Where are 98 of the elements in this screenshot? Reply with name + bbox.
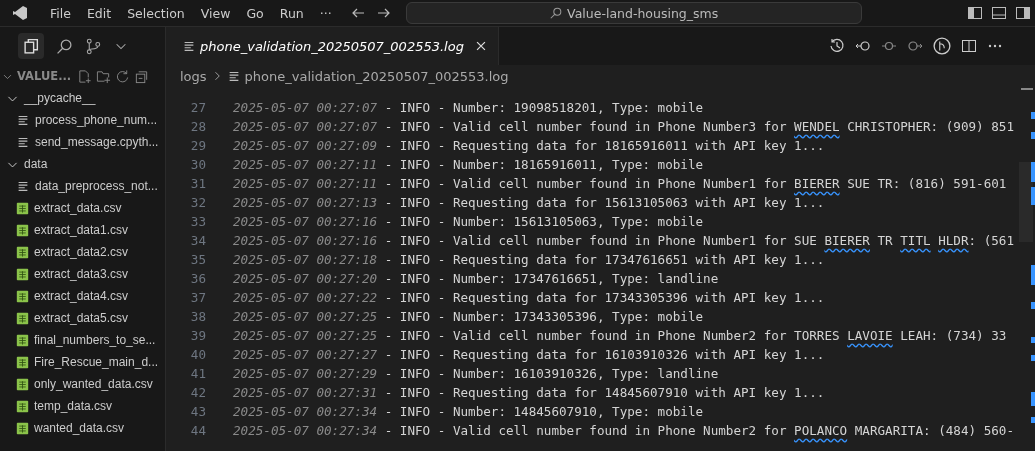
line-number: 39: [189, 328, 206, 343]
breadcrumb-item[interactable]: phone_validation_20250507_002553.log: [244, 68, 509, 84]
log-line: 2025-05-07 00:27:13 - INFO - Requesting data for 15613105063 with API key 1...: [233, 195, 825, 210]
line-number: 40: [189, 347, 206, 362]
tree-item[interactable]: wanted_data.csv: [0, 417, 165, 439]
tree-item[interactable]: process_phone_num...: [0, 109, 165, 131]
tree-item[interactable]: extract_data.csv: [0, 197, 165, 219]
log-line: 2025-05-07 00:27:11 - INFO - Number: 18165916011, Type: mobile: [233, 157, 704, 172]
table-file-icon: [16, 267, 29, 281]
table-file-icon: [16, 355, 29, 369]
source-control-icon[interactable]: [85, 37, 102, 55]
panel-toggle-icon[interactable]: [991, 5, 1007, 21]
tree-item[interactable]: __pycache__: [0, 87, 165, 109]
log-line: 2025-05-07 00:27:22 - INFO - Requesting data for 17343305396 with API key 1...: [233, 290, 825, 305]
menu-item[interactable]: Run: [271, 5, 312, 21]
line-number: 30: [189, 157, 206, 172]
line-number: 37: [189, 290, 206, 305]
log-line: 2025-05-07 00:27:34 - INFO - Number: 14845607910, Type: mobile: [233, 404, 704, 419]
table-file-icon: [16, 201, 29, 215]
line-number: 38: [189, 309, 206, 324]
search-icon: [549, 6, 564, 20]
line-number: 28: [189, 119, 206, 134]
table-file-icon: [16, 377, 29, 391]
line-number: 33: [189, 214, 206, 229]
menu-item[interactable]: Go: [238, 5, 272, 21]
line-number: 41: [189, 366, 206, 381]
table-file-icon: [16, 421, 29, 435]
log-line: 2025-05-07 00:27:07 - INFO - Valid cell number found in Phone Number3 for WENDEL CHRISTOPHER: (909) 851: [233, 119, 1014, 134]
collapse-all-icon[interactable]: [134, 68, 150, 84]
previous-change-icon[interactable]: [855, 38, 871, 54]
text-file-icon: [16, 179, 30, 193]
text-file-icon: [16, 135, 30, 149]
menu-item[interactable]: View: [192, 5, 239, 21]
branch-circle-icon[interactable]: [933, 37, 951, 55]
tree-item[interactable]: temp_data.csv: [0, 395, 165, 417]
tree-item[interactable]: send_message.cpyth...: [0, 131, 165, 153]
history-icon[interactable]: [829, 38, 845, 54]
line-number: 44: [189, 423, 206, 438]
files-icon: [22, 37, 40, 55]
breadcrumb-item[interactable]: logs: [180, 68, 207, 84]
line-number: 32: [189, 195, 206, 210]
search-icon[interactable]: [56, 37, 73, 55]
tree-item[interactable]: final_numbers_to_se...: [0, 329, 165, 351]
line-number: 34: [189, 233, 206, 248]
line-number: 31: [189, 176, 206, 191]
log-line: 2025-05-07 00:27:18 - INFO - Requesting data for 17347616651 with API key 1...: [233, 252, 825, 267]
line-number: 35: [189, 252, 206, 267]
menu-item[interactable]: Edit: [78, 5, 120, 21]
log-line: 2025-05-07 00:27:16 - INFO - Valid cell number found in Phone Number1 for SUE BIERER TR TITL HLDR: (561: [233, 233, 1014, 248]
secondary-sidebar-toggle-icon[interactable]: [1015, 5, 1031, 21]
search-text: Value-land-housing_sms: [567, 5, 719, 21]
tree-item[interactable]: extract_data5.csv: [0, 307, 165, 329]
table-file-icon: [16, 245, 29, 259]
log-line: 2025-05-07 00:27:16 - INFO - Number: 15613105063, Type: mobile: [233, 214, 704, 229]
next-change-icon[interactable]: [907, 38, 923, 54]
tree-item[interactable]: extract_data1.csv: [0, 219, 165, 241]
table-file-icon: [16, 333, 29, 347]
log-line: 2025-05-07 00:27:20 - INFO - Number: 17347616651, Type: landline: [233, 271, 719, 286]
sidebar-toggle-icon[interactable]: [967, 5, 983, 21]
log-line: 2025-05-07 00:27:11 - INFO - Valid cell number found in Phone Number1 for BIERER SUE TR: (816) 591-601: [233, 176, 1007, 191]
line-number: 36: [189, 271, 206, 286]
menu-item[interactable]: ···: [311, 5, 340, 21]
refresh-icon[interactable]: [115, 68, 131, 84]
tree-item[interactable]: data: [0, 153, 165, 175]
log-line: 2025-05-07 00:27:09 - INFO - Requesting data for 18165916011 with API key 1...: [233, 138, 825, 153]
table-file-icon: [16, 289, 29, 303]
split-editor-icon[interactable]: [961, 38, 977, 54]
line-number: 29: [189, 138, 206, 153]
tree-item[interactable]: extract_data4.csv: [0, 285, 165, 307]
new-file-icon[interactable]: [77, 68, 93, 84]
text-file-icon: [16, 113, 30, 127]
log-line: 2025-05-07 00:27:25 - INFO - Valid cell number found in Phone Number2 for TORRES LAVOIE LEAH: (734) 33: [233, 328, 1007, 343]
menu-item[interactable]: Selection: [119, 5, 193, 21]
search-field[interactable]: Value-land-housing_sms: [405, 2, 862, 24]
tree-item[interactable]: only_wanted_data.csv: [0, 373, 165, 395]
tree-item[interactable]: extract_data2.csv: [0, 241, 165, 263]
log-line: 2025-05-07 00:27:34 - INFO - Valid cell number found in Phone Number2 for POLANCO MARGARITA: (484) 560-: [233, 423, 1014, 438]
new-folder-icon[interactable]: [96, 68, 112, 84]
menu-item[interactable]: File: [42, 5, 79, 21]
table-file-icon: [16, 223, 29, 237]
log-line: 2025-05-07 00:27:31 - INFO - Requesting data for 14845607910 with API key 1...: [233, 385, 825, 400]
line-number: 42: [189, 385, 206, 400]
log-line: 2025-05-07 00:27:29 - INFO - Number: 16103910326, Type: landline: [233, 366, 719, 381]
line-number: 27: [189, 100, 206, 115]
explorer-title[interactable]: VALUE...: [17, 69, 72, 83]
text-file-icon: [182, 39, 196, 53]
app-logo-icon: [12, 5, 28, 21]
table-file-icon: [16, 399, 29, 413]
log-line: 2025-05-07 00:27:25 - INFO - Number: 17343305396, Type: mobile: [233, 309, 704, 324]
editor-tab[interactable]: phone_validation_20250507_002553.log: [166, 27, 499, 65]
tree-item[interactable]: extract_data3.csv: [0, 263, 165, 285]
log-line: 2025-05-07 00:27:07 - INFO - Number: 19098518201, Type: mobile: [233, 100, 704, 115]
line-number: 43: [189, 404, 206, 419]
explorer-button[interactable]: [18, 33, 44, 59]
tree-item[interactable]: data_preprocess_not...: [0, 175, 165, 197]
tree-item[interactable]: Fire_Rescue_main_d...: [0, 351, 165, 373]
table-file-icon: [16, 311, 29, 325]
log-line: 2025-05-07 00:27:27 - INFO - Requesting data for 16103910326 with API key 1...: [233, 347, 825, 362]
